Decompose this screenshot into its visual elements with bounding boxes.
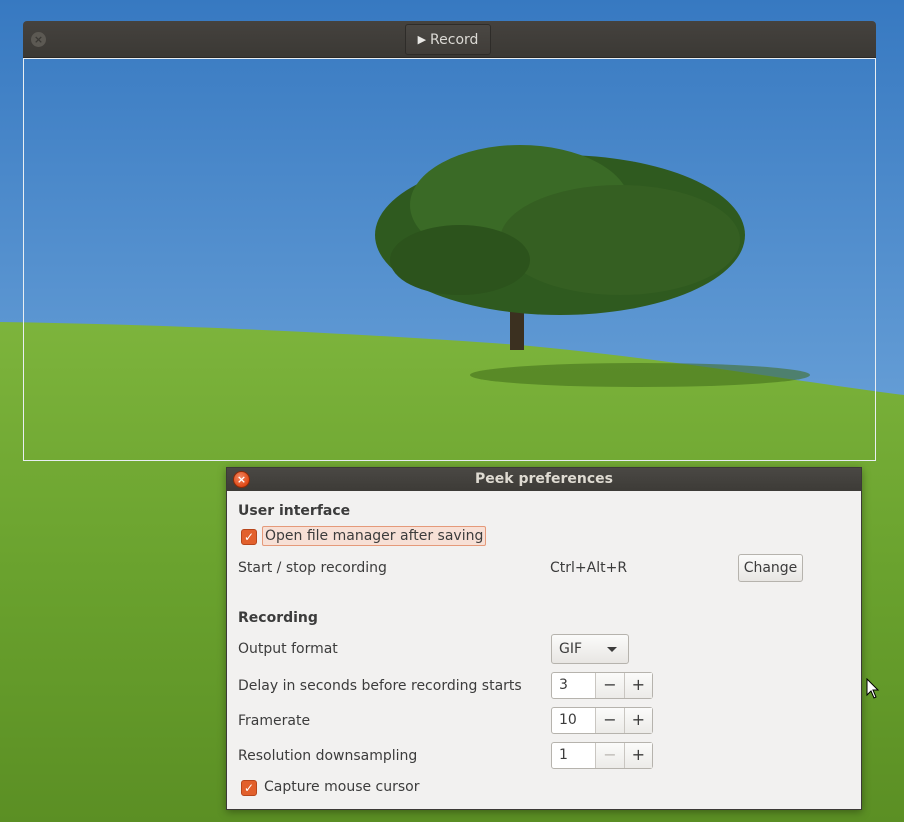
- framerate-value[interactable]: 10: [552, 708, 595, 733]
- record-button[interactable]: ▶ Record: [405, 24, 491, 55]
- capture-mouse-cursor-label[interactable]: Capture mouse cursor: [264, 779, 420, 795]
- shortcut-value: Ctrl+Alt+R: [550, 560, 628, 576]
- start-stop-label: Start / stop recording: [238, 560, 387, 576]
- play-icon: ▶: [417, 33, 427, 46]
- chevron-down-icon: [607, 647, 617, 652]
- downsampling-spinbutton[interactable]: 1 − +: [551, 742, 653, 769]
- downsampling-increment-button[interactable]: +: [623, 743, 652, 768]
- downsampling-value[interactable]: 1: [552, 743, 595, 768]
- peek-close-button[interactable]: ×: [31, 32, 46, 47]
- preferences-dialog: × Peek preferences User interface ✓ Open…: [226, 467, 862, 810]
- checkmark-icon: ✓: [243, 530, 255, 544]
- output-format-select[interactable]: GIF: [551, 634, 629, 664]
- record-button-label: Record: [430, 31, 479, 48]
- output-format-value: GIF: [559, 641, 583, 657]
- capture-area[interactable]: [23, 58, 876, 461]
- delay-spinbutton[interactable]: 3 − +: [551, 672, 653, 699]
- peek-recording-window: × ▶ Record: [23, 21, 876, 461]
- delay-decrement-button[interactable]: −: [595, 673, 624, 698]
- section-heading-user-interface: User interface: [238, 503, 351, 519]
- open-file-manager-label[interactable]: Open file manager after saving: [262, 526, 487, 546]
- output-format-label: Output format: [238, 641, 338, 657]
- capture-mouse-cursor-checkbox[interactable]: ✓: [241, 780, 257, 796]
- preferences-close-button[interactable]: ×: [233, 471, 250, 488]
- framerate-spinbutton[interactable]: 10 − +: [551, 707, 653, 734]
- delay-label: Delay in seconds before recording starts: [238, 678, 522, 694]
- close-icon: ×: [33, 33, 44, 46]
- preferences-titlebar: × Peek preferences: [227, 468, 861, 491]
- framerate-label: Framerate: [238, 713, 311, 729]
- downsampling-decrement-button: −: [595, 743, 624, 768]
- delay-value[interactable]: 3: [552, 673, 595, 698]
- open-file-manager-checkbox[interactable]: ✓: [241, 529, 257, 545]
- close-icon: ×: [236, 473, 247, 486]
- preferences-title: Peek preferences: [475, 471, 613, 487]
- checkmark-icon: ✓: [243, 781, 255, 795]
- framerate-decrement-button[interactable]: −: [595, 708, 624, 733]
- section-heading-recording: Recording: [238, 610, 318, 626]
- mouse-pointer-icon: [866, 678, 880, 699]
- delay-increment-button[interactable]: +: [623, 673, 652, 698]
- change-shortcut-button[interactable]: Change: [738, 554, 803, 582]
- downsampling-label: Resolution downsampling: [238, 748, 418, 764]
- peek-titlebar: × ▶ Record: [23, 21, 876, 58]
- framerate-increment-button[interactable]: +: [623, 708, 652, 733]
